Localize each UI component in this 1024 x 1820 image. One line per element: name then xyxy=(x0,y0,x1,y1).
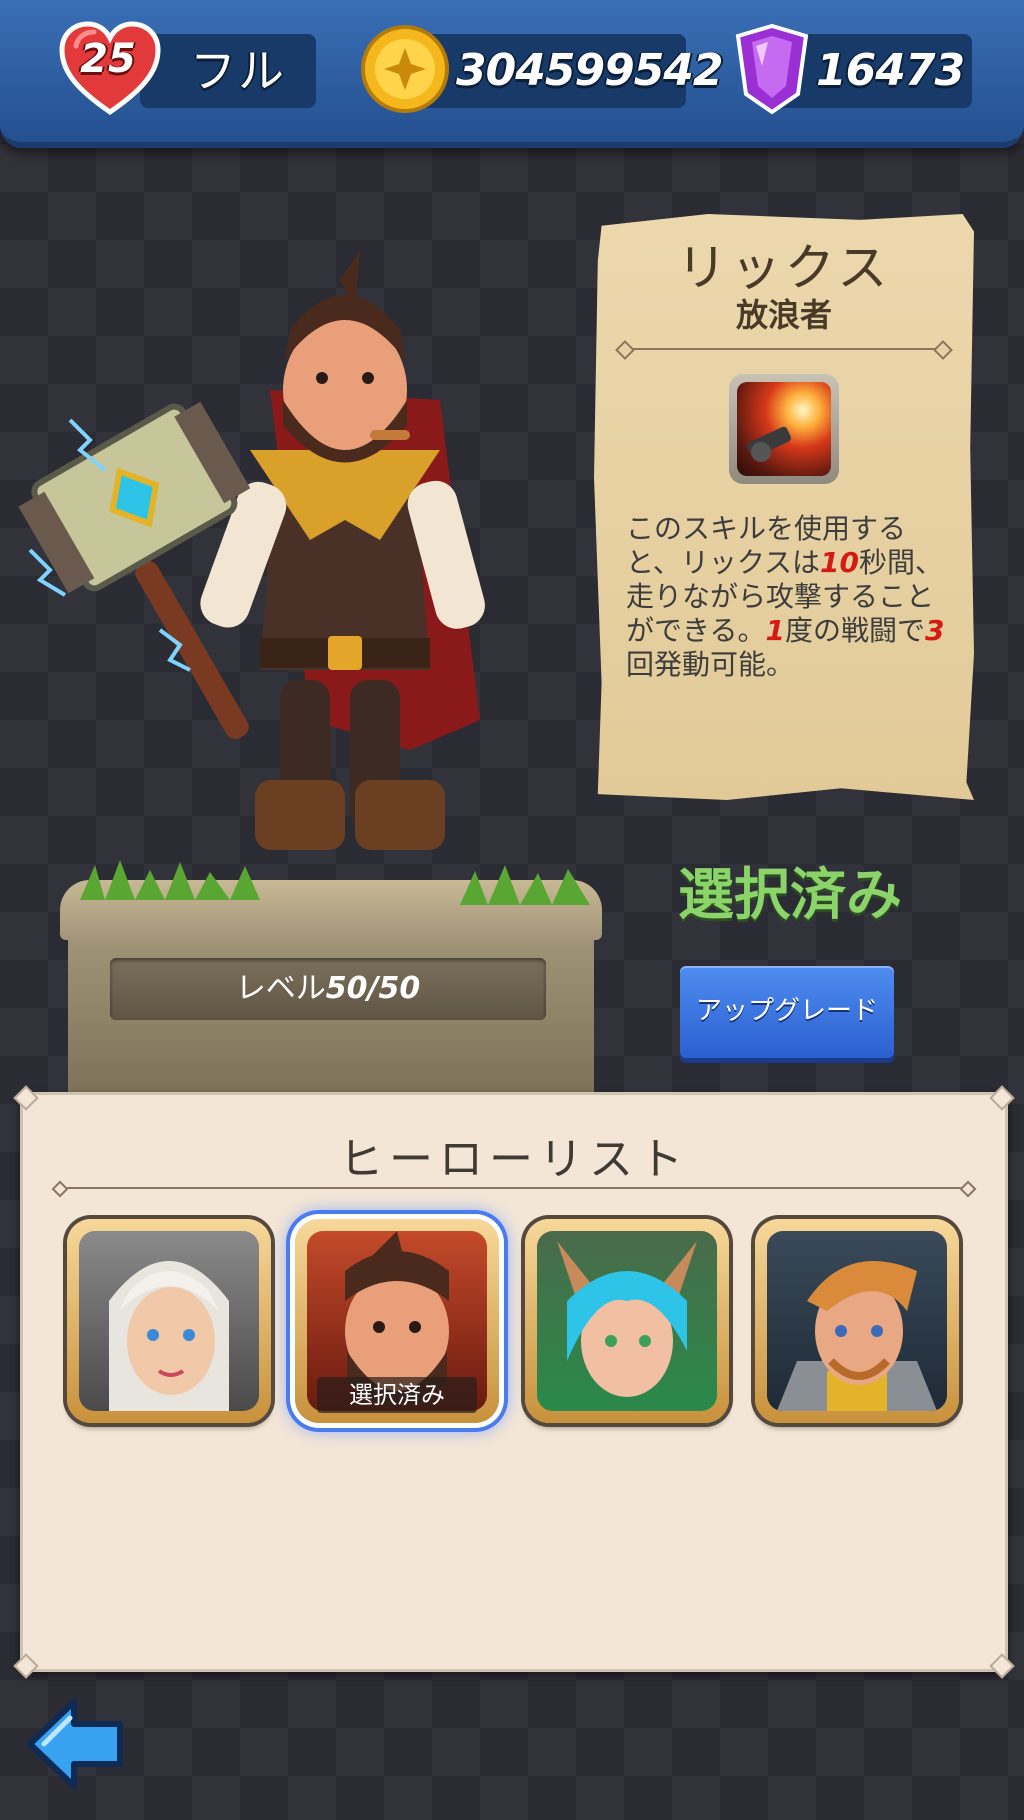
panel-corner xyxy=(989,1653,1015,1679)
grass-left xyxy=(80,860,260,900)
skill-battles: 1 xyxy=(765,614,785,647)
level-value: 50/50 xyxy=(325,971,421,1006)
hero-class: 放浪者 xyxy=(735,296,832,334)
level-label: レベル xyxy=(235,971,326,1006)
coin-icon xyxy=(360,24,450,114)
hero-portrait-blue-hair-cat xyxy=(537,1231,717,1411)
hero-card-4[interactable] xyxy=(755,1219,959,1423)
gun-fire-skill-icon xyxy=(737,382,831,476)
skill-uses: 3 xyxy=(924,614,945,647)
skill-desc-part-4: 回発動可能。 xyxy=(626,648,795,681)
heart-icon: 25 xyxy=(58,20,162,116)
back-button[interactable] xyxy=(26,1698,126,1790)
gem-icon xyxy=(732,22,812,116)
hero-list-divider xyxy=(59,1187,969,1189)
selected-badge: 選択済み xyxy=(317,1377,477,1413)
skill-duration: 10 xyxy=(820,546,860,579)
skill-icon-frame[interactable] xyxy=(729,374,839,484)
hero-card-3[interactable] xyxy=(525,1219,729,1423)
hero-card-1[interactable] xyxy=(67,1219,271,1423)
skill-desc-part-3: 度の戦闘で xyxy=(784,614,925,647)
hero-portrait-3d xyxy=(10,250,570,910)
hero-portrait-knight xyxy=(767,1231,947,1411)
lives-count: 25 xyxy=(80,36,136,82)
resource-bar: フル 25 304599542 16473 xyxy=(0,0,1024,148)
upgrade-button[interactable]: アップグレード xyxy=(680,966,894,1058)
panel-corner xyxy=(989,1085,1015,1111)
hero-card-2[interactable]: 選択済み xyxy=(295,1219,499,1423)
coins-value: 304599542 xyxy=(456,45,724,96)
lives-panel[interactable]: フル xyxy=(140,34,316,108)
panel-corner xyxy=(13,1653,39,1679)
lives-status: フル xyxy=(190,44,286,98)
hero-list-title: ヒーローリスト xyxy=(339,1134,689,1185)
arrow-left-icon xyxy=(27,1699,123,1789)
gems-value: 16473 xyxy=(816,45,965,96)
panel-corner xyxy=(13,1085,39,1111)
skill-description: このスキルを使用すると、リックスは10秒間、走りながら攻撃することができる。1度… xyxy=(626,512,956,682)
hero-list-panel: ヒーローリスト 選択済み xyxy=(13,1085,1015,1679)
hero-portrait-silver-hair xyxy=(79,1231,259,1411)
hero-selected-status: 選択済み xyxy=(678,863,902,928)
hero-info-scroll: リックス 放浪者 このスキルを使用すると、リックスは10秒間、走りながら攻撃する… xyxy=(594,214,974,800)
grass-right xyxy=(460,865,590,905)
scroll-divider xyxy=(624,348,944,350)
level-plate: レベル50/50 xyxy=(110,958,546,1020)
